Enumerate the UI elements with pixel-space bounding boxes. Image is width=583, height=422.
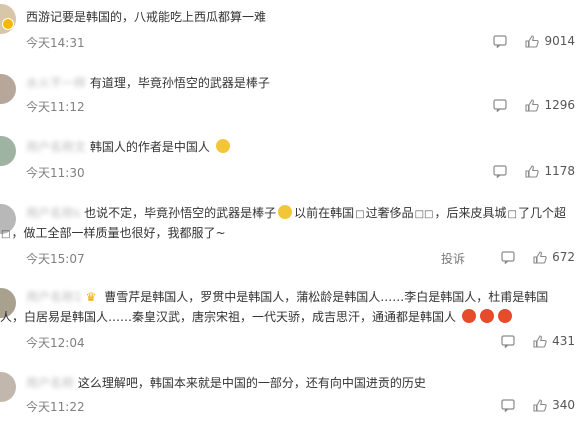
like-count: 672	[552, 250, 575, 264]
thumbs-up-icon	[533, 250, 547, 264]
comment-time: 今天12:04	[26, 336, 85, 350]
comment-actions: 1178	[493, 164, 575, 178]
like-count: 340	[552, 398, 575, 412]
report-button[interactable]: 投诉	[441, 250, 465, 267]
missing-glyph-icon: □□	[414, 209, 434, 220]
avatar[interactable]	[0, 74, 16, 104]
username[interactable]: 水火不一样	[26, 76, 86, 90]
verified-badge-icon	[2, 18, 14, 30]
laughing-emoji-icon	[479, 309, 494, 323]
comment-text: ，后来皮具城	[434, 206, 507, 220]
comment-actions: 1296	[493, 98, 575, 112]
reply-button[interactable]	[501, 398, 515, 412]
like-count: 1296	[544, 98, 575, 112]
like-button[interactable]: 9014	[525, 34, 575, 48]
reply-button[interactable]	[493, 164, 508, 178]
comment-body: 用户名称 这么理解吧，韩国本来就是中国的一部分，还有向中国进贡的历史	[26, 374, 426, 392]
laughing-emoji-icon	[497, 309, 512, 323]
comment-text: 西游记要是韩国的，八戒能吃上西瓜都算一难	[26, 10, 267, 24]
missing-glyph-icon: □	[507, 209, 517, 220]
comment-actions: 431	[501, 334, 575, 348]
comment-actions: 340	[501, 398, 575, 412]
smile-emoji-icon	[215, 139, 230, 153]
like-button[interactable]: 431	[533, 334, 575, 348]
comment-body: 用户名称文 韩国人的作者是中国人	[26, 138, 232, 156]
thumbs-up-icon	[525, 164, 540, 178]
comment-icon	[493, 164, 508, 178]
comment-body-line1: 用户名称1 ♛ 曹雪芹是韩国人，罗贯中是韩国人，蒲松龄是韩国人……李白是韩国人，杜…	[26, 288, 548, 306]
like-button[interactable]: 1296	[525, 98, 575, 112]
reply-button[interactable]	[493, 98, 508, 112]
comment-time: 今天15:07	[26, 252, 85, 266]
reply-button[interactable]	[501, 334, 515, 348]
comment-actions: 9014	[493, 34, 575, 48]
reply-button[interactable]	[493, 34, 508, 48]
missing-glyph-icon: □	[355, 209, 365, 220]
thumbs-up-icon	[525, 34, 540, 48]
crown-icon: ♛	[85, 290, 97, 304]
smile-emoji-icon	[278, 205, 293, 219]
avatar[interactable]	[0, 372, 16, 402]
avatar[interactable]	[0, 136, 16, 166]
like-button[interactable]: 672	[533, 250, 575, 264]
comment-text: 了几个超	[517, 206, 566, 220]
thumbs-up-icon	[533, 334, 547, 348]
comment-body-line1: 用户名称s 也说不定，毕竟孙悟空的武器是棒子 以前在韩国□过奢侈品□□，后来皮具城…	[26, 204, 566, 224]
like-button[interactable]: 340	[533, 398, 575, 412]
username[interactable]: 用户名称	[26, 376, 74, 390]
reply-button[interactable]	[501, 250, 515, 264]
missing-glyph-icon: □	[1, 229, 11, 240]
comment-text: 这么理解吧，韩国本来就是中国的一部分，还有向中国进贡的历史	[77, 376, 426, 390]
comment-icon	[501, 250, 515, 264]
comment-time: 今天11:12	[26, 100, 85, 114]
comment-text: ，做工全部一样质量也很好，我都服了~	[11, 226, 226, 240]
comment-icon	[501, 398, 515, 412]
thumbs-up-icon	[525, 98, 540, 112]
laughing-emoji-icon	[461, 309, 476, 323]
comment-text: 有道理，毕竟孙悟空的武器是棒子	[89, 76, 270, 90]
comment-icon	[493, 98, 508, 112]
comment-body-line2: □，做工全部一样质量也很好，我都服了~	[0, 224, 226, 244]
like-count: 1178	[544, 164, 575, 178]
comment-icon	[493, 34, 508, 48]
comment-text: 过奢侈品	[365, 206, 414, 220]
thumbs-up-icon	[533, 398, 547, 412]
like-count: 9014	[544, 34, 575, 48]
comment-time: 今天11:22	[26, 400, 85, 414]
comment-body: 水火不一样 有道理，毕竟孙悟空的武器是棒子	[26, 74, 270, 92]
username[interactable]: 用户名称文	[26, 140, 86, 154]
comment-text: 也说不定，毕竟孙悟空的武器是棒子	[84, 206, 277, 220]
like-button[interactable]: 1178	[525, 164, 575, 178]
comment-body-line2: 人，白居易是韩国人……秦皇汉武，唐宗宋祖，一代天骄，成吉思汗，通通都是韩国人	[0, 308, 514, 326]
username[interactable]: 用户名称s	[26, 206, 80, 220]
comment-text: 韩国人的作者是中国人	[89, 140, 210, 154]
comment-text: 曹雪芹是韩国人，罗贯中是韩国人，蒲松龄是韩国人……李白是韩国人，杜甫是韩国	[104, 290, 549, 304]
comment-time: 今天14:31	[26, 36, 85, 50]
comment-text: 人，白居易是韩国人……秦皇汉武，唐宗宋祖，一代天骄，成吉思汗，通通都是韩国人	[0, 310, 457, 324]
comment-time: 今天11:30	[26, 166, 85, 180]
comment-actions: 672	[501, 250, 575, 264]
comment-text: 以前在韩国	[294, 206, 355, 220]
like-count: 431	[552, 334, 575, 348]
username[interactable]: 用户名称1	[26, 290, 82, 304]
comment-icon	[501, 334, 515, 348]
